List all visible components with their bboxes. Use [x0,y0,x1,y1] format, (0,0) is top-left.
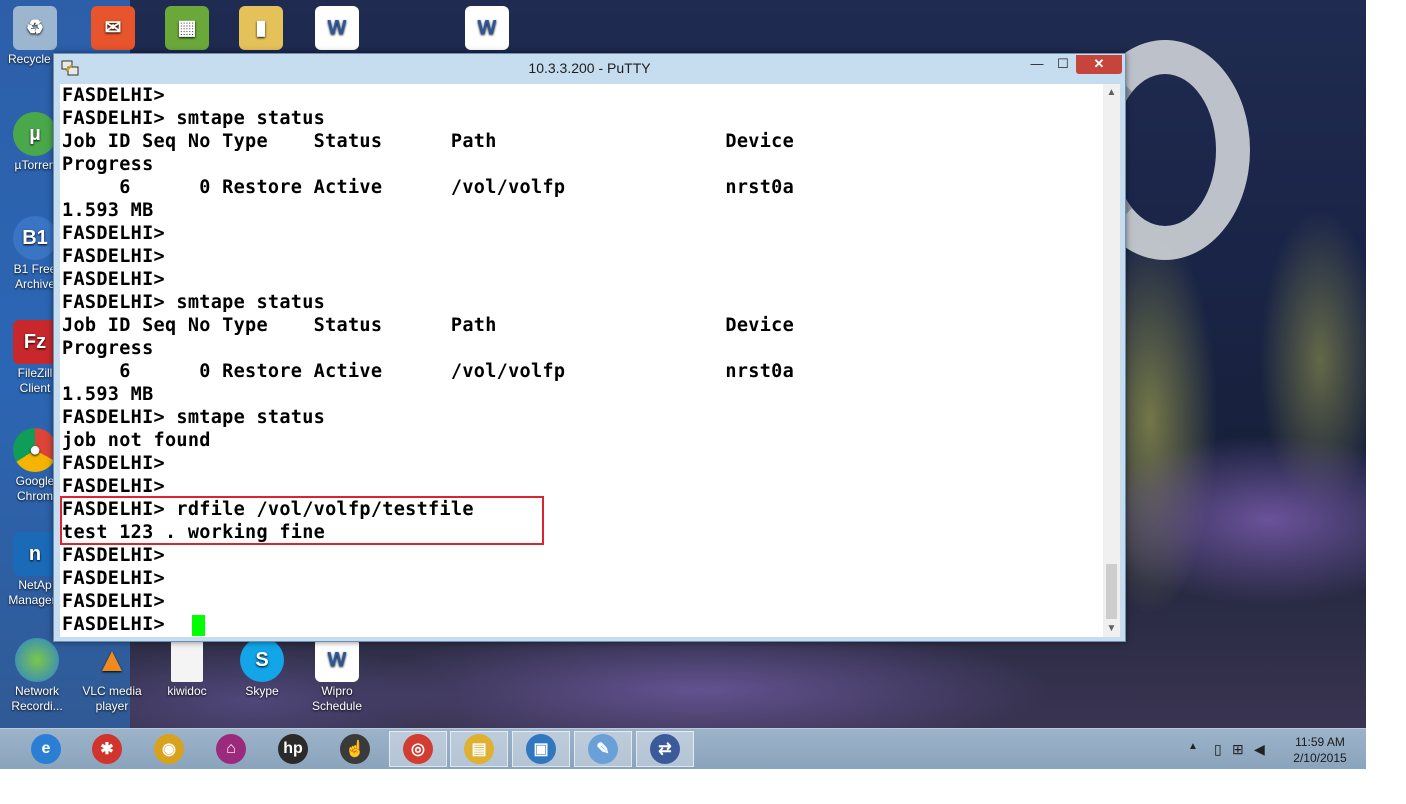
terminal-line: FASDELHI> smtape status [62,407,326,428]
word-document-icon: W [315,6,359,50]
network-recorder-icon [15,638,59,682]
window-title: 10.3.3.200 - PuTTY [528,60,651,76]
terminal-line: FASDELHI> [62,453,165,474]
terminal-line: FASDELHI> [62,85,165,106]
taskbar-button-chrome[interactable]: ◎ [389,731,447,767]
terminal-line: FASDELHI> [62,476,165,497]
terminal-line: Progress [62,154,154,175]
terminal-line: FASDELHI> [62,591,165,612]
minimize-button[interactable]: — [1024,55,1050,74]
highlight-annotation [60,496,544,545]
desktop-icon-app-3[interactable]: ▮ [230,6,292,52]
close-button[interactable]: ✕ [1076,55,1122,74]
scroll-thumb[interactable] [1106,564,1117,619]
terminal-line: FASDELHI> [62,568,165,589]
terminal-line: FASDELHI> [62,614,165,635]
terminal-line: FASDELHI> [62,246,165,267]
maximize-button[interactable]: ☐ [1050,55,1076,74]
desktop-icon-label: Wipro Schedule [311,684,363,713]
desktop-icon-app-5[interactable]: W [456,6,518,52]
hp-icon: hp [278,734,308,764]
terminal-line: 6 0 Restore Active /vol/volfp nrst0a [62,177,795,198]
terminal-line: 6 0 Restore Active /vol/volfp nrst0a [62,361,795,382]
filezilla-icon: Fz [13,320,57,364]
recycle-bin-icon: ♻ [13,6,57,50]
internet-explorer-icon: e [31,734,61,764]
desktop-icon-network-recorder[interactable]: Network Recordi... [6,638,68,714]
taskbar: e ✱ ◉ ⌂ hp ☝ ◎ ▤ ▣ ✎ ⇄ ▲ ▯ ⊞ ◀ 11:59 AM 2/10/2015 [0,728,1366,769]
desktop-icon-label: kiwidoc [167,684,207,698]
putty-window[interactable]: 10.3.3.200 - PuTTY — ☐ ✕ FASDELHI> FASDEL… [53,53,1126,642]
volume-muted-icon[interactable]: ◀ [1254,741,1265,758]
clock-date[interactable]: 2/10/2015 [1280,751,1360,765]
media-player-icon: ◉ [154,734,184,764]
scroll-down-arrow-icon[interactable]: ▼ [1103,620,1120,637]
taskbar-button-vmware[interactable]: ▣ [512,731,570,767]
putty-icon: ⇄ [650,734,680,764]
document-icon [171,638,203,682]
desktop-icon-wipro-schedule[interactable]: W Wipro Schedule [306,638,368,714]
terminal-line: job not found [62,430,211,451]
terminal-line: FASDELHI> [62,545,165,566]
media-app-icon: ✱ [92,734,122,764]
desktop-icon-label: VLC media player [82,684,142,713]
desktop-icon-label: Skype [245,684,279,698]
clock-time[interactable]: 11:59 AM [1280,735,1360,749]
terminal-line: Progress [62,338,154,359]
terminal-line: FASDELHI> [62,223,165,244]
phone-icon[interactable]: ▯ [1214,741,1222,758]
vertical-scrollbar[interactable]: ▲ ▼ [1103,84,1120,637]
desktop-icon-skype[interactable]: S Skype [231,638,293,699]
show-hidden-icons-icon[interactable]: ▲ [1188,741,1198,752]
folder-icon: ▮ [239,6,283,50]
word-document-icon: W [315,638,359,682]
paint-icon: ✎ [588,734,618,764]
vmware-icon: ▣ [526,734,556,764]
taskbar-button-file-explorer[interactable]: ▤ [450,731,508,767]
system-tray: ▲ ▯ ⊞ ◀ 11:59 AM 2/10/2015 [1180,729,1366,769]
terminal-line: Job ID Seq No Type Status Path Device [62,315,795,336]
netapp-icon: n [13,532,57,576]
skype-icon: S [240,638,284,682]
taskbar-button-hp[interactable]: hp [264,731,322,767]
remote-app-icon: ⌂ [216,734,246,764]
title-bar[interactable]: 10.3.3.200 - PuTTY — ☐ ✕ [54,54,1125,82]
taskbar-button-remote-app[interactable]: ⌂ [202,731,260,767]
chrome-icon: ◎ [403,734,433,764]
terminal-line: FASDELHI> [62,269,165,290]
b1-archiver-icon: B1 [13,216,57,260]
taskbar-button-media-player[interactable]: ◉ [140,731,198,767]
terminal-line: 1.593 MB [62,384,154,405]
taskbar-button-putty[interactable]: ⇄ [636,731,694,767]
app-icon: ✉ [91,6,135,50]
network-icon[interactable]: ⊞ [1232,741,1244,758]
file-explorer-icon: ▤ [464,734,494,764]
desktop-icon-kiwidoc[interactable]: kiwidoc [156,638,218,699]
terminal-line: FASDELHI> smtape status [62,292,326,313]
cursor-app-icon: ☝ [340,734,370,764]
desktop-icon-label: Network Recordi... [11,684,63,713]
taskbar-button-cursor-app[interactable]: ☝ [326,731,384,767]
desktop-icon-app-1[interactable]: ✉ [82,6,144,52]
scroll-up-arrow-icon[interactable]: ▲ [1103,84,1120,101]
vsphere-icon: ▦ [165,6,209,50]
desktop-icon-app-4[interactable]: W [306,6,368,52]
taskbar-button-paint[interactable]: ✎ [574,731,632,767]
utorrent-icon: µ [13,112,57,156]
chrome-icon: ● [13,428,57,472]
terminal-line: Job ID Seq No Type Status Path Device [62,131,795,152]
vlc-icon: ▲ [95,640,129,679]
terminal-cursor [192,615,205,636]
word-document-icon: W [465,6,509,50]
desktop-icon-vlc[interactable]: ▲ VLC media player [80,638,144,714]
terminal-area[interactable]: FASDELHI> FASDELHI> smtape status Job ID S… [60,84,1107,637]
terminal-line: FASDELHI> smtape status [62,108,326,129]
desktop-icon-app-2[interactable]: ▦ [156,6,218,52]
taskbar-button-internet-explorer[interactable]: e [17,731,75,767]
terminal-line: 1.593 MB [62,200,154,221]
taskbar-button-media-app[interactable]: ✱ [78,731,136,767]
